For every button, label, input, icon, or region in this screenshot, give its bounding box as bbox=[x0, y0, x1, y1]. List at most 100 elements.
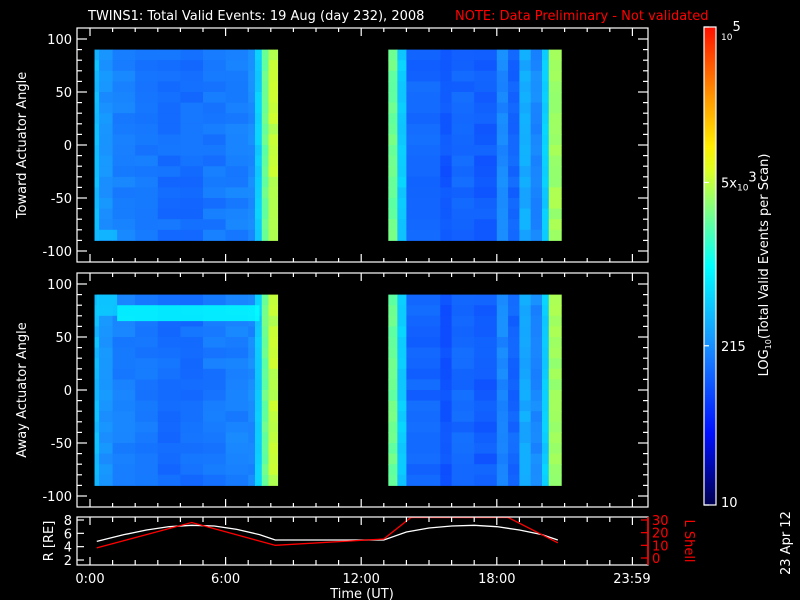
heatmap-cell bbox=[451, 305, 475, 317]
heatmap-cell bbox=[508, 358, 520, 370]
heatmap-cell bbox=[496, 208, 509, 220]
heatmap-cell bbox=[406, 326, 441, 338]
heatmap-cell bbox=[451, 315, 475, 327]
heatmap-cell bbox=[519, 208, 532, 220]
heatmap-cell bbox=[225, 113, 249, 125]
heatmap-cell bbox=[548, 102, 562, 114]
heatmap-cell bbox=[99, 400, 114, 412]
heatmap-cell bbox=[225, 432, 249, 444]
heatmap-cell bbox=[180, 60, 204, 72]
heatmap-cell bbox=[261, 305, 270, 317]
heatmap-cell bbox=[474, 443, 498, 455]
heatmap-cell bbox=[440, 400, 453, 412]
heatmap-cell bbox=[440, 81, 453, 93]
heatmap-cell bbox=[388, 337, 398, 349]
heatmap-cell bbox=[474, 453, 498, 465]
heatmap-cell bbox=[508, 187, 520, 199]
heatmap-cell bbox=[548, 411, 562, 423]
heatmap-cell bbox=[203, 176, 227, 188]
heatmap-cell bbox=[542, 368, 550, 380]
heatmap-cell bbox=[203, 400, 227, 412]
heatmap-cell bbox=[548, 113, 562, 125]
heatmap-cell bbox=[99, 198, 114, 210]
heatmap-cell bbox=[203, 229, 227, 241]
heatmap-cell bbox=[474, 102, 498, 114]
heatmap-cell bbox=[135, 176, 159, 188]
heatmap-cell bbox=[261, 337, 270, 349]
heatmap-cell bbox=[99, 347, 114, 359]
heatmap-cell bbox=[157, 337, 181, 349]
heatmap-cell bbox=[451, 176, 475, 188]
heatmap-cell bbox=[225, 464, 249, 476]
heatmap-cell bbox=[440, 294, 453, 306]
heatmap-cell bbox=[268, 92, 279, 104]
heatmap-cell bbox=[548, 358, 562, 370]
heatmap-cell bbox=[440, 208, 453, 220]
heatmap-cell bbox=[542, 443, 550, 455]
heatmap-cell bbox=[180, 102, 204, 114]
heatmap-cell bbox=[542, 102, 550, 114]
heatmap-cell bbox=[406, 198, 441, 210]
heatmap-cell bbox=[268, 81, 279, 93]
heatmap-cell bbox=[542, 49, 550, 61]
heatmap-cell bbox=[112, 198, 136, 210]
heatmap-cell bbox=[254, 60, 263, 72]
heatmap-cell bbox=[203, 219, 227, 231]
heatmap-cell bbox=[530, 379, 543, 391]
heatmap-cell bbox=[519, 294, 532, 306]
heatmap-cell bbox=[112, 432, 136, 444]
heatmap-cell bbox=[474, 145, 498, 157]
heatmap-cell bbox=[99, 326, 114, 338]
heatmap-cell bbox=[94, 145, 100, 157]
heatmap-cell bbox=[496, 453, 509, 465]
heatmap-cell bbox=[261, 60, 270, 72]
heatmap-cell bbox=[397, 368, 407, 380]
heatmap-cell bbox=[248, 443, 256, 455]
heatmap-cell bbox=[548, 60, 562, 72]
heatmap-cell bbox=[99, 123, 114, 135]
heatmap-cell bbox=[135, 229, 159, 241]
x-tick-label: 18:00 bbox=[478, 572, 515, 587]
heatmap-cell bbox=[542, 123, 550, 135]
heatmap-cell bbox=[440, 198, 453, 210]
heatmap-cell bbox=[451, 70, 475, 82]
heatmap-cell bbox=[440, 432, 453, 444]
heatmap-cell bbox=[519, 60, 532, 72]
heatmap-cell bbox=[474, 421, 498, 433]
heatmap-cell bbox=[397, 294, 407, 306]
y-tick-label: 2 bbox=[64, 554, 72, 569]
heatmap-cell bbox=[112, 60, 136, 72]
heatmap-cell bbox=[135, 81, 159, 93]
heatmap-cell bbox=[157, 464, 181, 476]
heatmap-cell bbox=[451, 49, 475, 61]
heatmap-cell bbox=[261, 198, 270, 210]
heatmap-cell bbox=[99, 358, 114, 370]
heatmap-cell bbox=[261, 368, 270, 380]
heatmap-cell bbox=[406, 421, 441, 433]
heatmap-cell bbox=[248, 176, 256, 188]
heatmap-cell bbox=[451, 432, 475, 444]
heatmap-cell bbox=[135, 166, 159, 178]
heatmap-cell bbox=[388, 474, 398, 486]
heatmap-cell bbox=[542, 411, 550, 423]
heatmap-cell bbox=[474, 198, 498, 210]
heatmap-cell bbox=[519, 379, 532, 391]
heatmap-cell bbox=[99, 134, 114, 146]
heatmap-cell bbox=[225, 337, 249, 349]
heatmap-cell bbox=[388, 305, 398, 317]
heatmap-cell bbox=[397, 305, 407, 317]
heatmap-cell bbox=[94, 432, 100, 444]
heatmap-cell bbox=[254, 453, 263, 465]
heatmap-cell bbox=[451, 453, 475, 465]
heatmap-cell bbox=[94, 113, 100, 125]
heatmap-cell bbox=[225, 411, 249, 423]
heatmap-cell bbox=[112, 187, 136, 199]
heatmap-cell bbox=[157, 443, 181, 455]
heatmap-cell bbox=[112, 421, 136, 433]
heatmap-cell bbox=[440, 474, 453, 486]
heatmap-cell bbox=[542, 400, 550, 412]
heatmap-cell bbox=[225, 70, 249, 82]
heatmap-cell bbox=[268, 390, 279, 402]
heatmap-cell bbox=[254, 400, 263, 412]
heatmap-cell bbox=[261, 400, 270, 412]
